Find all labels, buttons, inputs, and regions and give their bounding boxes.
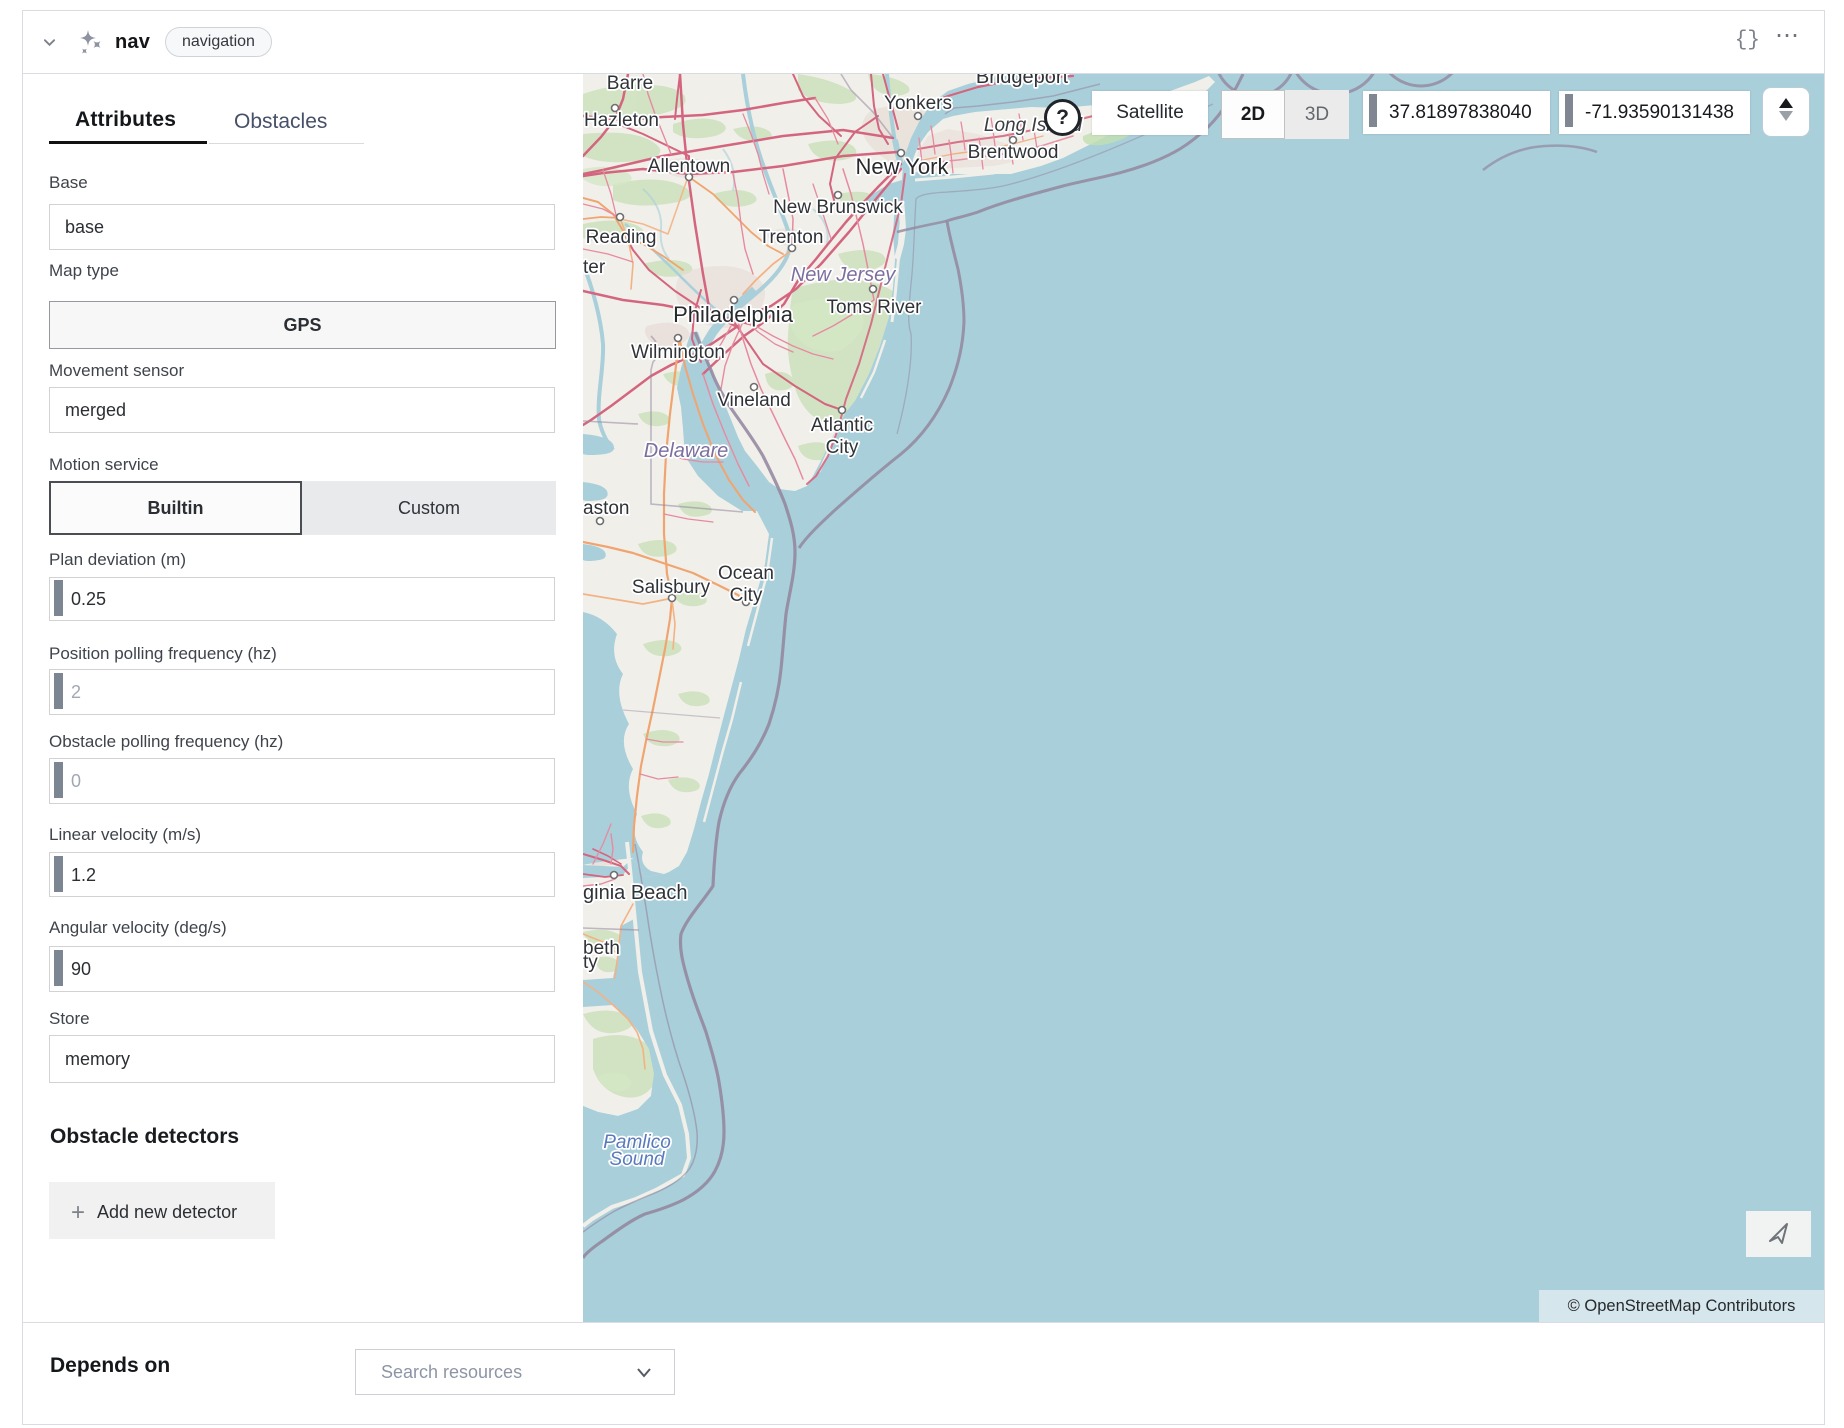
svg-text:City: City bbox=[730, 585, 763, 606]
svg-text:New Brunswick: New Brunswick bbox=[773, 197, 903, 218]
svg-text:Brentwood: Brentwood bbox=[968, 142, 1059, 163]
svg-text:Hazleton: Hazleton bbox=[584, 110, 659, 131]
svg-text:Bridgeport: Bridgeport bbox=[976, 74, 1069, 88]
svg-text:Wilmington: Wilmington bbox=[631, 342, 725, 363]
svg-text:Philadelphia: Philadelphia bbox=[673, 302, 794, 327]
svg-text:ginia Beach: ginia Beach bbox=[583, 882, 688, 904]
svg-text:Ocean: Ocean bbox=[718, 563, 774, 584]
svg-text:Yonkers: Yonkers bbox=[884, 93, 952, 114]
svg-text:City: City bbox=[826, 437, 859, 458]
svg-text:ty: ty bbox=[583, 952, 598, 973]
svg-text:ter: ter bbox=[583, 257, 606, 278]
svg-text:Sound: Sound bbox=[610, 1149, 666, 1170]
svg-text:Allentown: Allentown bbox=[648, 156, 730, 177]
svg-text:Salisbury: Salisbury bbox=[632, 577, 711, 598]
svg-text:Atlantic: Atlantic bbox=[811, 415, 873, 436]
svg-text:New Jersey: New Jersey bbox=[791, 264, 896, 286]
svg-text:Barre: Barre bbox=[607, 74, 653, 94]
svg-text:Delaware: Delaware bbox=[644, 440, 728, 462]
svg-text:Toms River: Toms River bbox=[826, 297, 922, 318]
svg-text:Reading: Reading bbox=[586, 227, 657, 248]
svg-text:New York: New York bbox=[856, 154, 950, 179]
svg-text:Trenton: Trenton bbox=[759, 227, 824, 248]
svg-text:Vineland: Vineland bbox=[717, 390, 791, 411]
svg-text:aston: aston bbox=[583, 498, 629, 519]
